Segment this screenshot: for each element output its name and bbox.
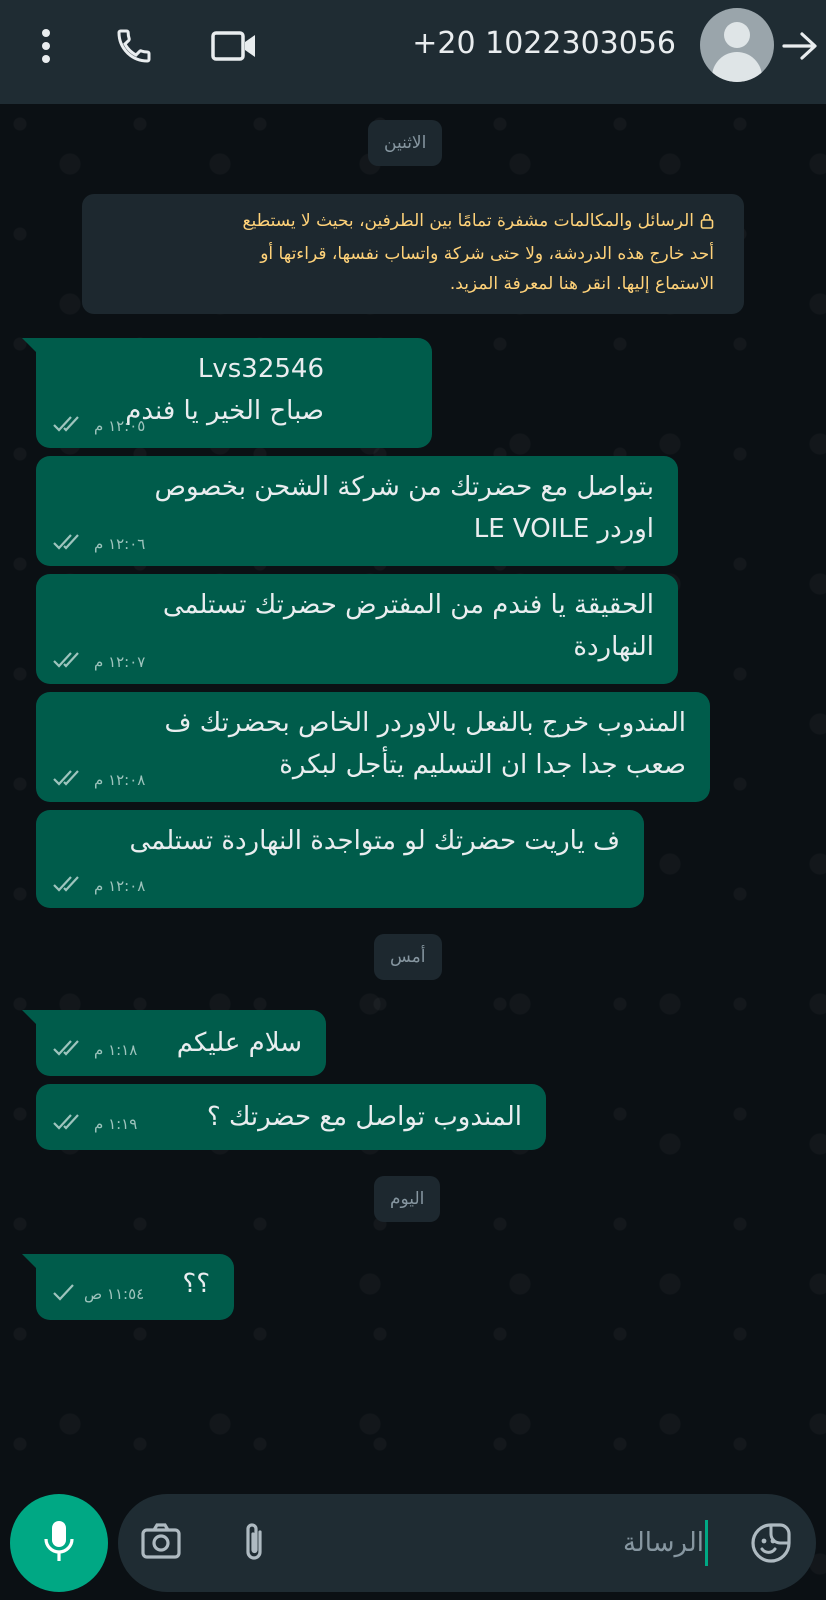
message-input[interactable]: الرسالة [623,1522,704,1564]
bubble-tail [22,338,38,354]
message-time: ١٢:٠٨ م [94,877,146,895]
message-text: الحقيقة يا فندم من المفترض حضرتك تستلمى … [60,584,654,668]
voice-record-button[interactable] [10,1494,108,1592]
message-text: بتواصل مع حضرتك من شركة الشحن بخصوص اورد… [60,466,654,550]
message-text: المندوب خرج بالفعل بالاوردر الخاص بحضرتك… [60,702,687,786]
message-meta: ١١:٥٤ ص [52,1282,144,1306]
message-bubble[interactable]: سلام عليكم ١:١٨ م [22,1010,326,1076]
avatar-body [712,52,762,82]
message-line: ف ياريت حضرتك لو متواجدة النهاردة تستلمى [129,826,621,856]
message-meta: ١:١٩ م [52,1112,137,1136]
avatar-head [724,22,750,48]
attach-icon[interactable] [240,1520,274,1566]
message-bubble[interactable]: المندوب تواصل مع حضرتك ؟ ١:١٩ م [36,1084,546,1150]
message-bubble[interactable]: المندوب خرج بالفعل بالاوردر الخاص بحضرتك… [36,692,710,802]
message-time: ١١:٥٤ ص [84,1285,145,1303]
message-bubble[interactable]: الحقيقة يا فندم من المفترض حضرتك تستلمى … [36,574,678,684]
message-input-bar[interactable]: الرسالة [118,1494,816,1592]
lock-icon [700,209,714,239]
message-line: بتواصل مع حضرتك من شركة الشحن بخصوص [154,472,654,502]
more-options-icon[interactable] [26,26,66,66]
message-bubble[interactable]: بتواصل مع حضرتك من شركة الشحن بخصوص اورد… [36,456,678,566]
double-check-icon [52,1112,86,1136]
message-line: النهاردة [573,632,654,662]
message-line: Lvs32546 [197,354,324,384]
double-check-icon [52,874,86,898]
message-meta: ١٢:٠٥ م [52,414,145,438]
message-time: ١:١٨ م [94,1041,138,1059]
double-check-icon [52,650,86,674]
double-check-icon [52,414,86,438]
message-text: ف ياريت حضرتك لو متواجدة النهاردة تستلمى [60,820,621,862]
encryption-notice-line3: الاستماع إليها. انقر هنا لمعرفة المزيد. [449,274,714,294]
microphone-icon [42,1519,76,1567]
chat-header: +20 1022303056 [0,0,826,104]
encryption-notice-line1: الرسائل والمكالمات مشفرة تمامًا بين الطر… [102,206,714,239]
message-time: ١٢:٠٦ م [94,535,146,553]
double-check-icon [52,532,86,556]
message-time: ١:١٩ م [94,1115,138,1133]
voice-call-icon[interactable] [110,22,158,70]
encryption-notice-line2: أحد خارج هذه الدردشة، ولا حتى شركة واتسا… [260,244,714,264]
message-time: ١٢:٠٥ م [94,417,146,435]
back-arrow-icon[interactable] [778,24,822,68]
bubble-tail [22,1010,38,1026]
message-time: ١٢:٠٧ م [94,653,146,671]
sticker-icon[interactable] [750,1522,794,1566]
message-meta: ١٢:٠٨ م [52,874,145,898]
message-line-ar: اوردر [597,514,654,544]
bubble-tail [22,1254,38,1270]
message-line: اوردر LE VOILE [60,508,654,550]
text-caret [705,1520,708,1566]
double-check-icon [52,1038,86,1062]
avatar[interactable] [700,8,774,82]
message-meta: ١٢:٠٦ م [52,532,145,556]
encryption-notice[interactable]: الرسائل والمكالمات مشفرة تمامًا بين الطر… [82,194,744,314]
double-check-icon [52,768,86,792]
single-check-icon [52,1282,76,1306]
date-chip-yesterday: أمس [374,934,442,980]
message-line: الحقيقة يا فندم من المفترض حضرتك تستلمى [162,590,654,620]
message-meta: ١٢:٠٨ م [52,768,145,792]
message-time: ١٢:٠٨ م [94,771,146,789]
message-meta: ١:١٨ م [52,1038,137,1062]
video-call-icon[interactable] [210,22,258,70]
message-line: صعب جدا جدا ان التسليم يتأجل لبكرة [279,750,686,780]
contact-name[interactable]: +20 1022303056 [412,20,676,68]
camera-icon[interactable] [140,1522,184,1564]
message-meta: ١٢:٠٧ م [52,650,145,674]
date-chip-monday: الاثنين [368,120,443,166]
message-bubble[interactable]: Lvs32546 صباح الخير يا فندم ١٢:٠٥ م [22,338,432,448]
message-bubble[interactable]: ؟؟ ١١:٥٤ ص [22,1254,234,1320]
message-line-en: LE VOILE [473,514,590,544]
date-chip-today: اليوم [374,1176,441,1222]
message-bubble[interactable]: ف ياريت حضرتك لو متواجدة النهاردة تستلمى… [36,810,644,908]
message-line: المندوب خرج بالفعل بالاوردر الخاص بحضرتك… [164,708,687,738]
